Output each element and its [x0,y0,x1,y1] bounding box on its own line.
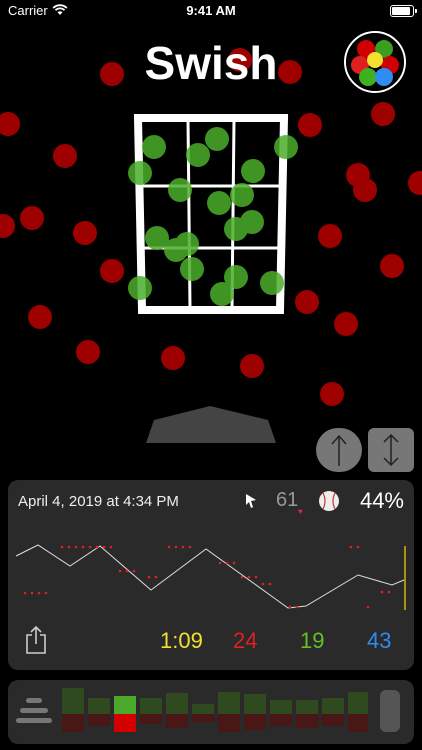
arrow-updown-button[interactable] [368,428,414,472]
history-session[interactable] [218,692,240,732]
made-ball [274,135,298,159]
missed-ball [0,214,15,238]
missed-ball [76,340,100,364]
missed-ball [28,305,52,329]
history-session[interactable] [244,694,266,730]
session-date: April 4, 2019 at 4:34 PM [18,493,179,510]
history-session[interactable] [88,698,110,726]
stat-misses: 24 [233,628,258,653]
made-ball [230,183,254,207]
history-session[interactable] [322,698,344,726]
made-ball [224,217,248,241]
made-ball [128,276,152,300]
percent-value: 44% [359,488,404,513]
stat-total: 43 [367,628,392,653]
history-session[interactable] [166,693,188,728]
made-balls [128,127,298,306]
missed-ball [353,178,377,202]
made-ball [128,161,152,185]
heart-icon: ♥ [298,507,303,516]
missed-ball [20,206,44,230]
arrow-up-icon [331,434,347,466]
history-session[interactable] [62,688,84,732]
history-session-selected[interactable] [114,696,136,732]
session-history[interactable] [60,686,370,740]
made-ball [241,159,265,183]
missed-ball [0,112,20,136]
pitch-value: 61 [276,489,299,511]
session-wave [15,544,406,610]
arrow-updown-icon [383,433,399,467]
made-ball [207,191,231,215]
history-session[interactable] [192,704,214,722]
missed-ball [298,113,322,137]
made-ball [180,257,204,281]
made-ball [205,127,229,151]
launcher-ramp [146,406,276,443]
made-ball [168,178,192,202]
missed-ball [73,221,97,245]
stat-time: 1:09 [160,628,203,653]
baseball-icon [319,491,339,511]
share-icon[interactable] [24,625,48,655]
missed-ball [161,346,185,370]
history-session[interactable] [348,692,368,732]
logo-button[interactable] [344,31,406,93]
history-session[interactable] [140,698,162,724]
missed-ball [318,224,342,248]
session-card[interactable]: April 4, 2019 at 4:34 PM 61 ♥ 44% 1:09 2… [8,480,414,670]
cursor-icon [246,494,256,508]
made-ball [260,271,284,295]
missed-ball [371,102,395,126]
missed-ball [240,354,264,378]
made-ball [164,238,188,262]
missed-ball [320,382,344,406]
arrow-up-button[interactable] [316,428,362,472]
history-scroll-handle[interactable] [380,690,400,732]
color-balls-icon [346,33,404,91]
made-ball [142,135,166,159]
session-history-bar[interactable] [8,680,414,744]
stat-makes: 19 [300,628,325,653]
made-ball [210,282,234,306]
missed-ball [380,254,404,278]
menu-icon[interactable] [16,696,54,726]
missed-ball [334,312,358,336]
miss-dots [23,545,391,609]
missed-ball [53,144,77,168]
missed-ball [408,171,422,195]
missed-ball [100,259,124,283]
made-ball [186,143,210,167]
missed-balls [0,48,422,406]
missed-ball [295,290,319,314]
history-session[interactable] [270,700,292,726]
history-session[interactable] [296,700,318,728]
